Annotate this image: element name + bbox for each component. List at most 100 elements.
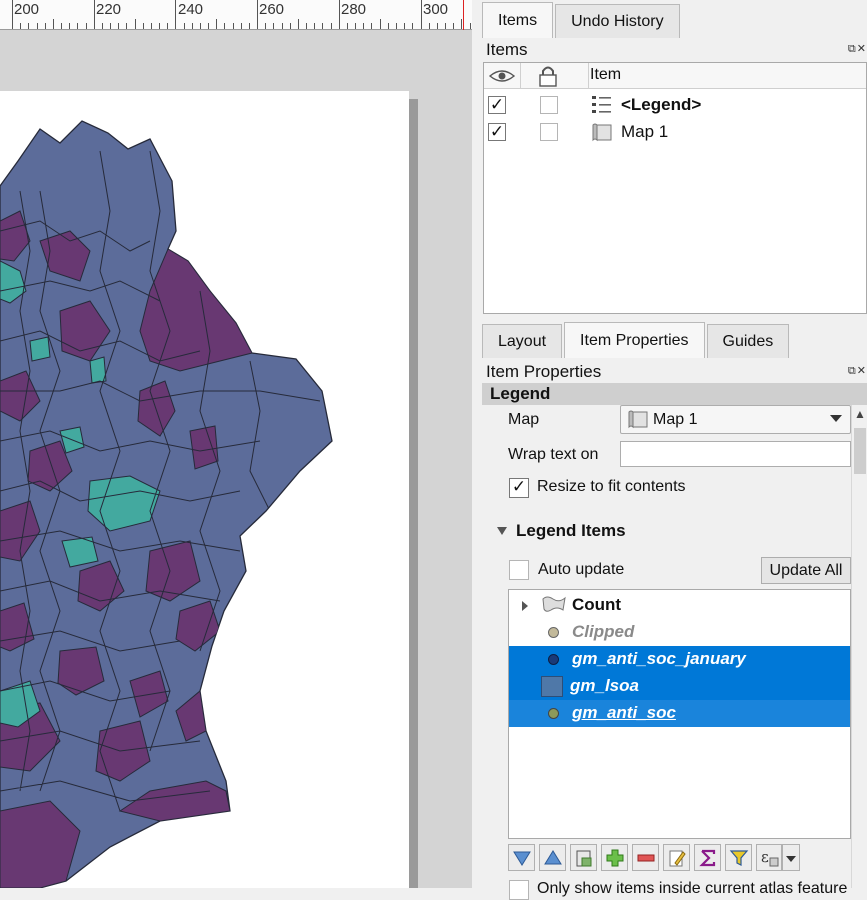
chevron-down-icon (830, 415, 842, 422)
tree-item-count[interactable]: Count (509, 592, 850, 619)
dropdown-arrow-button[interactable] (782, 844, 800, 871)
point-symbol-icon (548, 708, 559, 719)
move-down-button[interactable] (508, 844, 535, 871)
ruler-tick (469, 23, 471, 29)
fill-symbol-icon (541, 676, 563, 697)
ruler-label: 220 (96, 1, 122, 18)
ruler-tick (20, 23, 22, 29)
map-item[interactable] (0, 91, 409, 888)
header-visibility (484, 63, 521, 89)
map-region-purple (189, 425, 219, 470)
ruler-position-marker (463, 0, 464, 30)
visibility-checkbox[interactable]: ✓ (488, 123, 506, 141)
item-row-map[interactable]: ✓ Map 1 (484, 119, 866, 146)
tree-item-gm-lsoa[interactable]: gm_lsoa (509, 673, 850, 700)
resize-checkbox[interactable]: ✓ (509, 478, 529, 498)
ruler-tick (93, 0, 95, 29)
properties-scrollbar[interactable]: ▲ (851, 405, 867, 888)
map-select[interactable]: Map 1 (620, 405, 851, 434)
add-item-button[interactable] (601, 844, 628, 871)
expression-button[interactable]: ε (756, 844, 782, 871)
ruler-tick (167, 23, 169, 29)
ruler-tick (240, 23, 242, 29)
edit-item-button[interactable] (663, 844, 690, 871)
tab-item-properties[interactable]: Item Properties (564, 322, 705, 358)
auto-update-checkbox[interactable] (509, 560, 529, 580)
ruler-tick (232, 23, 234, 29)
items-list[interactable]: Item ✓ <Legend> ✓ Map 1 (483, 62, 867, 314)
item-row-legend[interactable]: ✓ <Legend> (484, 92, 866, 119)
remove-item-button[interactable] (632, 844, 659, 871)
ruler-tick (118, 23, 120, 29)
ruler-tick (257, 0, 259, 29)
lock-checkbox[interactable] (540, 96, 558, 114)
tree-item-gm-anti-soc-january[interactable]: gm_anti_soc_january (509, 646, 850, 673)
expression-icon: ε (761, 848, 779, 867)
add-group-button[interactable] (570, 844, 597, 871)
atlas-filter-checkbox[interactable] (509, 880, 529, 900)
lock-icon (539, 66, 557, 87)
scrollbar-thumb[interactable] (854, 428, 866, 474)
ruler-tick (395, 23, 397, 29)
map-icon (592, 123, 612, 142)
collapse-arrow-icon[interactable] (496, 526, 508, 536)
eye-icon (489, 70, 515, 82)
items-dock-title: Items (486, 40, 528, 59)
tab-guides[interactable]: Guides (706, 324, 790, 358)
ruler-tick (273, 23, 275, 29)
ruler-tick (101, 23, 103, 29)
point-symbol-icon (548, 654, 559, 665)
properties-dock-title: Item Properties (486, 362, 602, 381)
scroll-up-icon[interactable]: ▲ (854, 407, 866, 421)
ruler-tick (420, 0, 422, 29)
filter-icon (729, 850, 749, 866)
tree-item-label: gm_lsoa (570, 676, 639, 695)
tree-item-label: gm_anti_soc (572, 703, 676, 722)
ruler-tick (265, 23, 267, 29)
ruler-tick (159, 23, 161, 29)
sum-button[interactable] (694, 844, 721, 871)
ruler-tick (224, 23, 226, 29)
tab-items[interactable]: Items (482, 2, 554, 38)
tree-item-label: Clipped (572, 622, 635, 641)
ruler-tick (338, 0, 340, 29)
move-up-icon (544, 850, 562, 865)
ruler-tick (314, 23, 316, 29)
tab-undo-history[interactable]: Undo History (555, 4, 680, 38)
ruler-tick (183, 23, 185, 29)
ruler-label: 200 (14, 1, 40, 18)
ruler-tick (216, 19, 218, 29)
ruler-tick (363, 23, 365, 29)
ruler-tick (453, 23, 455, 29)
expand-arrow-icon[interactable] (521, 600, 529, 612)
ruler-tick (142, 23, 144, 29)
sum-icon (699, 849, 716, 867)
horizontal-ruler[interactable]: 200 220 240 260 280 300 (0, 0, 472, 30)
tree-item-gm-anti-soc[interactable]: gm_anti_soc (509, 700, 850, 727)
remove-item-icon (637, 854, 655, 862)
ruler-tick (428, 23, 430, 29)
dock-float-close-icon[interactable]: ⧉✕ (848, 42, 867, 56)
add-group-icon (576, 850, 592, 867)
dock-float-close-icon[interactable]: ⧉✕ (848, 364, 867, 378)
visibility-checkbox[interactable]: ✓ (488, 96, 506, 114)
ruler-tick (175, 0, 177, 29)
update-all-button[interactable]: Update All (761, 557, 851, 584)
filter-button[interactable] (725, 844, 752, 871)
ruler-tick (379, 19, 381, 29)
tree-item-clipped[interactable]: Clipped (509, 619, 850, 646)
tab-layout[interactable]: Layout (482, 324, 563, 358)
legend-items-tree[interactable]: Count Clipped gm_anti_soc_january gm_lso… (508, 589, 851, 839)
ruler-tick (150, 23, 152, 29)
lock-checkbox[interactable] (540, 123, 558, 141)
items-tabbar: Items Undo History (482, 2, 682, 38)
ruler-tick (322, 23, 324, 29)
ruler-tick (248, 23, 250, 29)
wrap-text-input[interactable] (620, 441, 851, 467)
ruler-tick (44, 23, 46, 29)
dropdown-arrow-icon (786, 856, 796, 862)
legend-items-title: Legend Items (516, 521, 626, 540)
layout-canvas[interactable]: 200 220 240 260 280 300 (0, 0, 472, 888)
move-up-button[interactable] (539, 844, 566, 871)
auto-update-label: Auto update (538, 561, 625, 578)
